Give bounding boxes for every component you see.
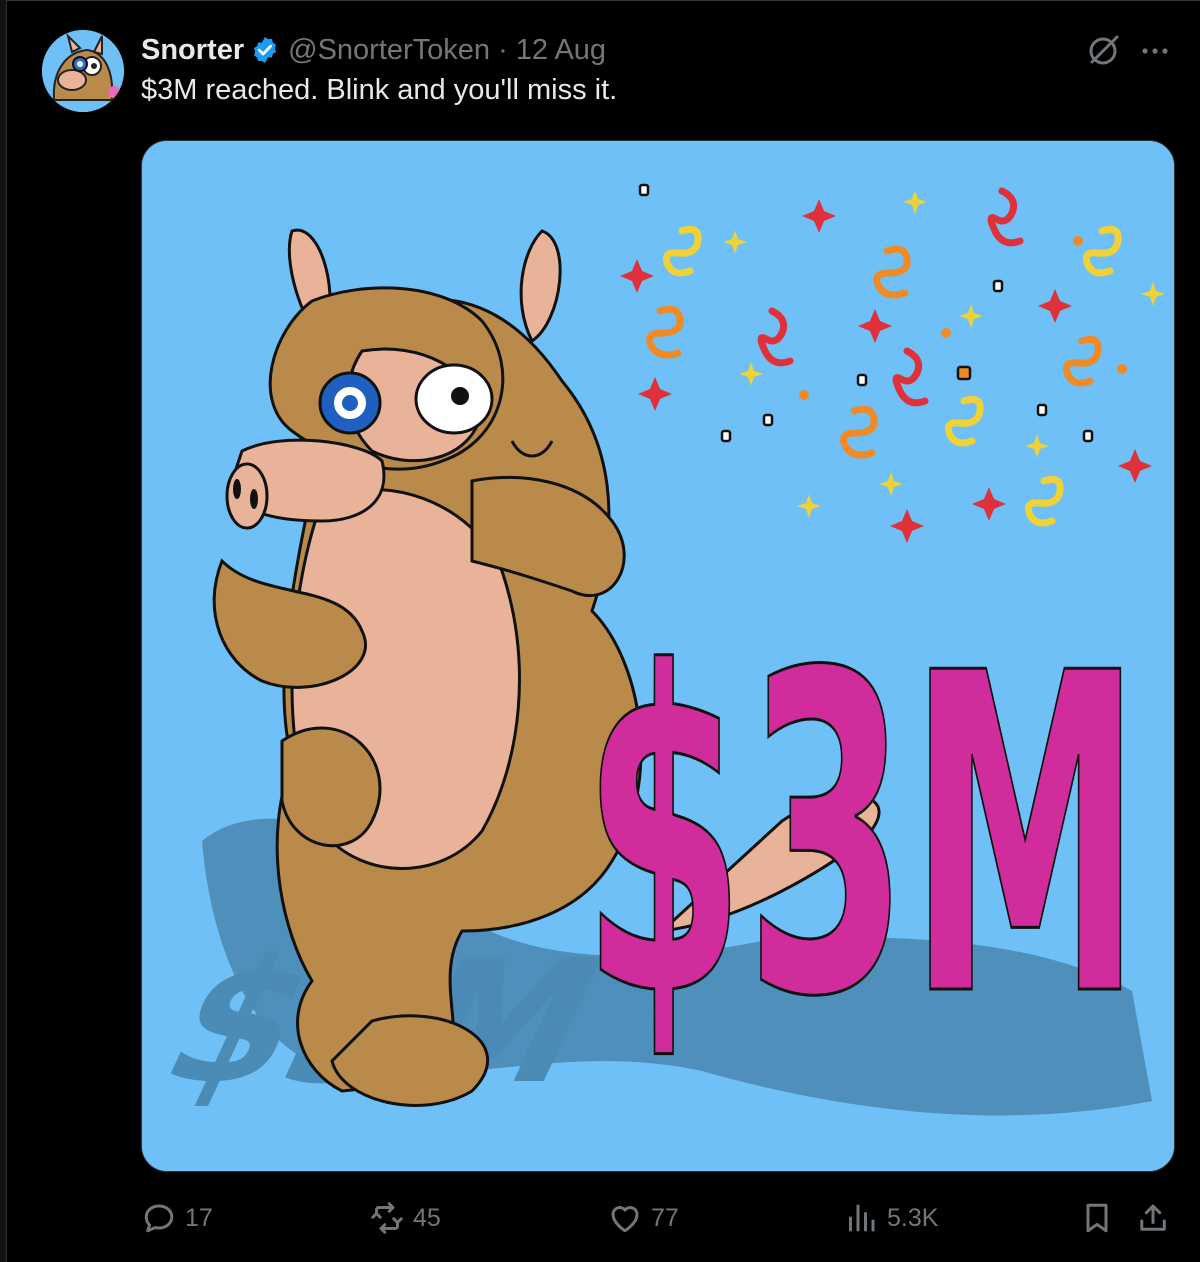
more-icon[interactable] xyxy=(1138,34,1172,68)
handle[interactable]: @SnorterToken xyxy=(288,34,490,67)
big-text-label: $3M xyxy=(582,581,1142,1093)
display-name[interactable]: Snorter xyxy=(141,34,244,67)
left-border xyxy=(0,0,7,1262)
tweet-text: $3M reached. Blink and you'll miss it. xyxy=(141,74,618,106)
like-icon xyxy=(611,1206,639,1233)
bookmark-button[interactable] xyxy=(1079,1196,1115,1240)
top-border xyxy=(0,0,1200,1)
bookmark-icon xyxy=(1086,1203,1108,1233)
repost-count: 45 xyxy=(413,1203,441,1232)
avatar[interactable] xyxy=(42,30,124,112)
grok-icon[interactable] xyxy=(1086,32,1122,68)
share-icon xyxy=(1140,1204,1166,1231)
tweet-header: Snorter @SnorterToken · 12 Aug xyxy=(141,30,606,70)
reply-count: 17 xyxy=(185,1203,213,1232)
views-icon xyxy=(849,1204,875,1232)
reply-icon xyxy=(144,1204,174,1233)
action-bar: 17 45 77 5.3K xyxy=(141,1196,1181,1240)
timestamp[interactable]: 12 Aug xyxy=(516,34,606,67)
share-button[interactable] xyxy=(1135,1196,1171,1240)
views-count: 5.3K xyxy=(887,1203,939,1232)
views-button[interactable]: 5.3K xyxy=(843,1196,938,1240)
repost-button[interactable]: 45 xyxy=(369,1196,441,1240)
like-button[interactable]: 77 xyxy=(607,1196,679,1240)
tweet-image[interactable]: $3M xyxy=(141,140,1175,1172)
reply-button[interactable]: 17 xyxy=(141,1196,213,1240)
repost-icon xyxy=(371,1202,403,1234)
separator-dot: · xyxy=(498,33,508,66)
verified-badge-icon xyxy=(254,36,277,64)
like-count: 77 xyxy=(651,1203,679,1232)
big-text: $3M xyxy=(581,580,1144,1095)
